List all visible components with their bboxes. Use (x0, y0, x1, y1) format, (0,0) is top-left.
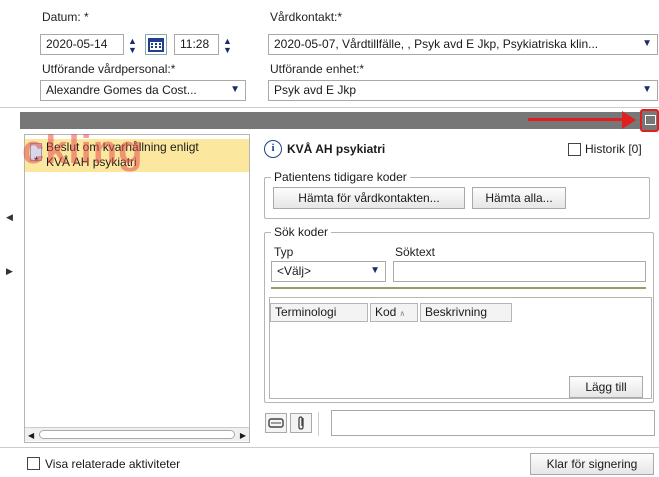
spin-down-icon[interactable]: ▼ (223, 46, 232, 55)
calendar-icon[interactable] (145, 34, 167, 55)
time-value: 11:28 (180, 37, 210, 51)
column-header-terminology[interactable]: Terminologi (270, 303, 368, 322)
comment-button[interactable] (265, 413, 287, 433)
unit-value: Psyk avd E Jkp (274, 83, 357, 97)
ready-for-signing-button[interactable]: Klar för signering (530, 453, 654, 475)
type-label: Typ (274, 245, 294, 259)
date-field[interactable]: 2020-05-14 (40, 34, 124, 55)
related-activities-label: Visa relaterade aktiviteter (45, 457, 181, 471)
fetch-for-contact-button[interactable]: Hämta för vårdkontakten... (273, 187, 465, 209)
activity-list (24, 134, 250, 443)
spin-up-icon[interactable]: ▲ (223, 37, 232, 46)
maximize-icon (645, 115, 656, 125)
column-header-code[interactable]: Kod ∧ (370, 303, 418, 322)
divider (0, 447, 659, 448)
sort-icon: ∧ (399, 309, 406, 318)
type-value: <Välj> (277, 264, 312, 278)
info-icon: i (264, 140, 282, 158)
date-spinner[interactable]: ▲ ▼ (127, 35, 139, 55)
attachment-button[interactable] (290, 413, 312, 433)
column-header-description[interactable]: Beskrivning (420, 303, 512, 322)
search-text-input[interactable] (393, 261, 646, 282)
annotation-arrow-head-icon (622, 111, 636, 129)
staff-select[interactable]: Alexandre Gomes da Cost... ▼ (40, 80, 246, 101)
stack-icon (268, 418, 284, 428)
horizontal-scrollbar[interactable]: ◀ ▶ (25, 427, 249, 441)
date-label: Datum: * (42, 10, 89, 24)
time-spinner[interactable]: ▲ ▼ (222, 35, 234, 55)
related-activities-checkbox[interactable] (27, 457, 40, 470)
add-button[interactable]: Lägg till (569, 376, 643, 398)
collapse-left-icon[interactable]: ◀ (6, 212, 13, 223)
previous-codes-title: Patientens tidigare koder (271, 170, 410, 184)
chevron-down-icon: ▼ (642, 38, 652, 49)
expand-right-icon[interactable]: ▶ (6, 266, 13, 277)
paperclip-icon (298, 416, 304, 430)
search-codes-title: Sök koder (271, 225, 332, 239)
scroll-left-icon[interactable]: ◀ (28, 431, 34, 440)
type-select[interactable]: <Välj> ▼ (271, 261, 386, 282)
progress-line (271, 287, 646, 289)
contact-value: 2020-05-07, Vårdtillfälle, , Psyk avd E … (274, 37, 599, 51)
divider (318, 412, 319, 436)
spin-down-icon[interactable]: ▼ (128, 46, 137, 55)
unit-label: Utförande enhet:* (270, 62, 365, 76)
column-header-code-label: Kod (375, 305, 397, 319)
unit-select[interactable]: Psyk avd E Jkp ▼ (268, 80, 658, 101)
attachment-field[interactable] (331, 410, 655, 436)
history-label: Historik [0] (585, 142, 642, 156)
panel-title: KVÅ AH psykiatri (287, 142, 386, 156)
time-field[interactable]: 11:28 (174, 34, 219, 55)
scrollbar-thumb[interactable] (39, 430, 235, 439)
chevron-down-icon: ▼ (642, 84, 652, 95)
scroll-right-icon[interactable]: ▶ (240, 431, 246, 440)
history-checkbox[interactable] (568, 143, 581, 156)
date-value: 2020-05-14 (46, 37, 108, 51)
contact-select[interactable]: 2020-05-07, Vårdtillfälle, , Psyk avd E … (268, 34, 658, 55)
staff-label: Utförande vårdpersonal:* (42, 62, 176, 76)
fetch-all-button[interactable]: Hämta alla... (472, 187, 566, 209)
chevron-down-icon: ▼ (230, 84, 240, 95)
staff-value: Alexandre Gomes da Cost... (46, 83, 197, 97)
search-text-label: Söktext (395, 245, 436, 259)
chevron-down-icon: ▼ (370, 265, 380, 276)
spin-up-icon[interactable]: ▲ (128, 37, 137, 46)
maximize-button[interactable] (640, 109, 659, 132)
contact-label: Vårdkontakt:* (270, 10, 343, 24)
watermark: ckling (22, 128, 144, 172)
divider (0, 107, 659, 108)
annotation-arrow-line (528, 118, 628, 121)
